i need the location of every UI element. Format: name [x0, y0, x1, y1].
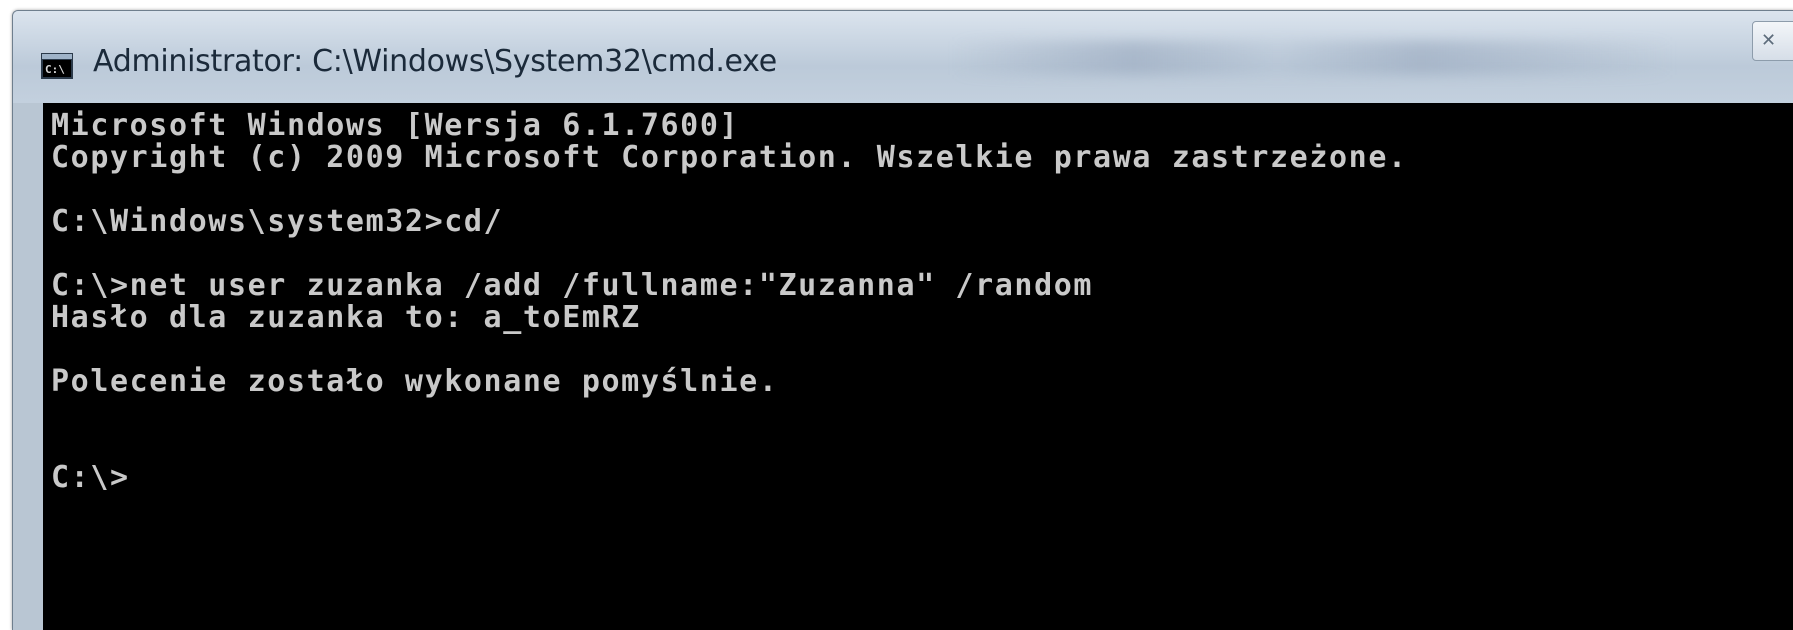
window-title: Administrator: C:\Windows\System32\cmd.e… [93, 44, 777, 79]
close-button[interactable]: ✕ [1752, 21, 1793, 61]
cmd-icon[interactable]: C:\ [41, 53, 73, 79]
console-line-password-output: Hasło dla zuzanka to: a_toEmRZ [51, 300, 641, 335]
console-line-version: Microsoft Windows [Wersja 6.1.7600] [51, 108, 740, 143]
console-line-net-user-command: C:\>net user zuzanka /add /fullname:"Zuz… [51, 268, 1094, 303]
console-prompt[interactable]: C:\> [51, 461, 130, 495]
title-bar[interactable]: C:\ Administrator: C:\Windows\System32\c… [13, 11, 1793, 103]
close-icon: ✕ [1761, 30, 1777, 51]
title-bar-glare [953, 41, 1673, 75]
console-line-success-message: Polecenie zostało wykonane pomyślnie. [51, 364, 779, 399]
console-line-cd-command: C:\Windows\system32>cd/ [51, 204, 504, 239]
cmd-window: C:\ Administrator: C:\Windows\System32\c… [12, 10, 1793, 630]
console-line-copyright: Copyright (c) 2009 Microsoft Corporation… [51, 140, 1408, 175]
console-output[interactable]: Microsoft Windows [Wersja 6.1.7600] Copy… [43, 103, 1793, 630]
svg-text:C:\: C:\ [45, 63, 65, 76]
